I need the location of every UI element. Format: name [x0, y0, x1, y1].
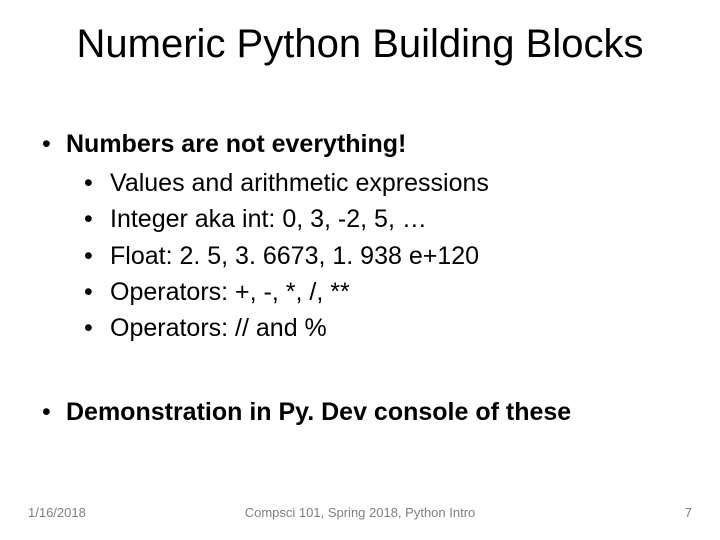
slide-footer: 1/16/2018 Compsci 101, Spring 2018, Pyth… — [28, 505, 692, 520]
bullet-top-2: Demonstration in Py. Dev console of thes… — [40, 398, 680, 427]
footer-center: Compsci 101, Spring 2018, Python Intro — [28, 505, 692, 520]
sub-bullet: Float: 2. 5, 3. 6673, 1. 938 e+120 — [66, 238, 680, 274]
sub-bullet: Operators: // and % — [66, 310, 680, 346]
slide-title: Numeric Python Building Blocks — [0, 22, 720, 67]
bullet-top-2-text: Demonstration in Py. Dev console of thes… — [66, 398, 571, 426]
bullet-top-1: Numbers are not everything! Values and a… — [40, 130, 680, 346]
sub-bullet: Values and arithmetic expressions — [66, 165, 680, 201]
bullet-list-level1: Numbers are not everything! Values and a… — [40, 130, 680, 427]
sub-bullet: Integer aka int: 0, 3, -2, 5, … — [66, 201, 680, 237]
slide-body: Numbers are not everything! Values and a… — [40, 130, 680, 435]
bullet-top-1-text: Numbers are not everything! — [66, 130, 406, 158]
slide: Numeric Python Building Blocks Numbers a… — [0, 0, 720, 540]
sub-bullet: Operators: +, -, *, /, ** — [66, 274, 680, 310]
footer-date: 1/16/2018 — [28, 505, 86, 520]
bullet-list-level2: Values and arithmetic expressions Intege… — [66, 165, 680, 346]
footer-page-number: 7 — [685, 505, 692, 520]
